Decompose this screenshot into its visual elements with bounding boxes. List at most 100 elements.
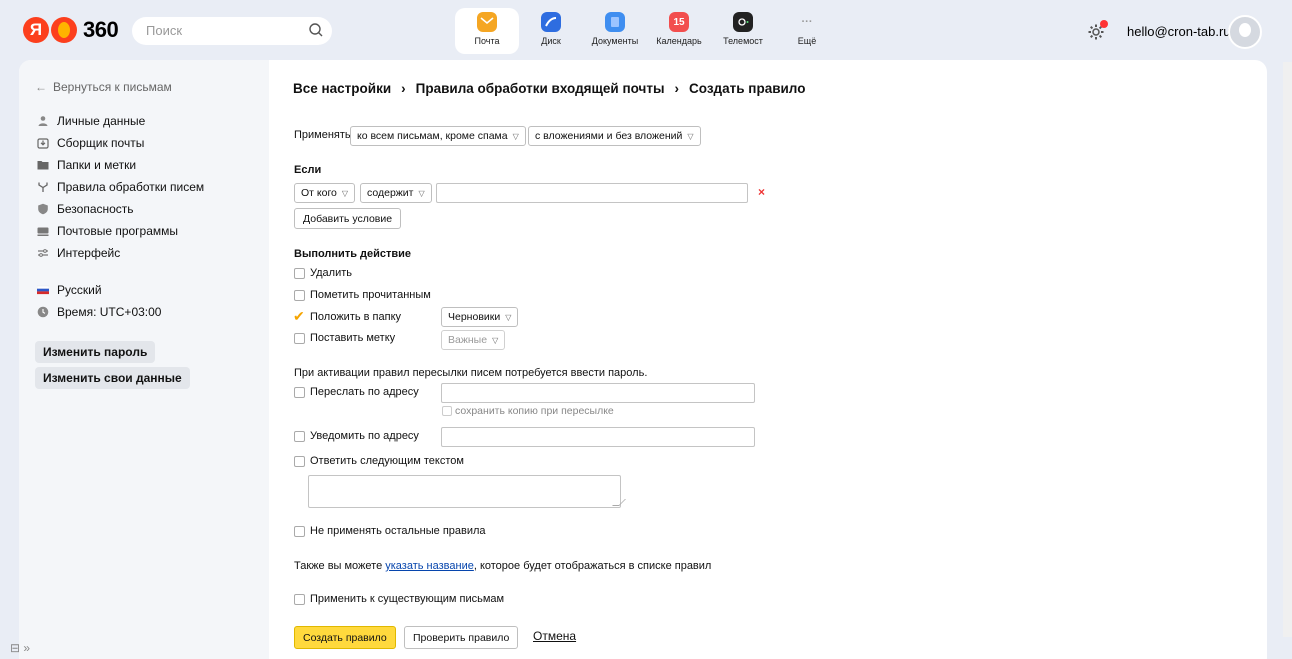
search-input[interactable]: Поиск <box>132 17 332 45</box>
reply-label: Ответить следующим текстом <box>310 455 464 467</box>
chevron-down-icon: ▽ <box>505 312 512 322</box>
notify-address-input[interactable] <box>441 427 755 447</box>
yandex-360-logo[interactable]: Я 360 <box>23 17 119 43</box>
settings-sidebar: ← Вернуться к письмам Личные данные Сбор… <box>19 60 269 659</box>
avatar[interactable] <box>1228 15 1262 49</box>
app-label: Документы <box>591 36 639 46</box>
dont-apply-others-label: Не применять остальные правила <box>310 525 486 537</box>
forward-address-input[interactable] <box>441 383 755 403</box>
sidebar-item-label: Правила обработки писем <box>57 180 205 194</box>
app-calendar[interactable]: 15 Календарь <box>647 8 711 54</box>
mark-read-checkbox[interactable] <box>294 290 305 301</box>
apply-existing-checkbox[interactable] <box>294 594 305 605</box>
settings-menu: Личные данные Сборщик почты Папки и метк… <box>37 110 204 264</box>
russia-flag-icon <box>37 285 49 295</box>
app-telemost[interactable]: Телемост <box>711 8 775 54</box>
check-rule-button[interactable]: Проверить правило <box>404 626 519 649</box>
logo-text: 360 <box>83 17 119 42</box>
change-data-button[interactable]: Изменить свои данные <box>35 367 190 389</box>
dont-apply-others-checkbox[interactable] <box>294 526 305 537</box>
back-to-mail-link[interactable]: ← Вернуться к письмам <box>35 80 172 94</box>
folder-select[interactable]: Черновики ▽ <box>441 307 519 327</box>
yandex-logo-icon: Я <box>23 17 49 43</box>
sidebar-item-personal[interactable]: Личные данные <box>37 110 204 132</box>
app-label: Телемост <box>723 36 763 46</box>
app-label: Ещё <box>797 36 817 46</box>
remove-condition-icon[interactable]: × <box>758 185 765 199</box>
breadcrumb: Все настройки › Правила обработки входящей… <box>293 81 805 96</box>
app-mail[interactable]: Почта <box>455 8 519 54</box>
breadcrumb-rules[interactable]: Правила обработки входящей почты <box>416 81 665 96</box>
breadcrumb-all-settings[interactable]: Все настройки <box>293 81 391 96</box>
folder-icon <box>37 161 49 170</box>
condition-field-select[interactable]: От кого ▽ <box>294 183 356 203</box>
create-rule-button[interactable]: Создать правило <box>294 626 396 649</box>
notify-checkbox[interactable] <box>294 431 305 442</box>
sidebar-item-label: Почтовые программы <box>57 224 179 238</box>
label-select[interactable]: Важные ▽ <box>441 330 506 350</box>
chevron-down-icon: ▽ <box>687 131 694 141</box>
rule-name-note-suffix: , которое будет отображаться в списке пр… <box>473 560 712 572</box>
move-to-folder-label: Положить в папку <box>310 311 402 323</box>
rule-name-note-prefix: Также вы можете <box>294 560 386 572</box>
actions-heading: Выполнить действие <box>294 248 412 260</box>
set-label-checkbox[interactable] <box>294 333 305 344</box>
timezone-selector[interactable]: Время: UTC+03:00 <box>37 301 161 323</box>
apply-existing-label: Применить к существующим письмам <box>310 593 505 605</box>
keep-copy-label: сохранить копию при пересылке <box>455 405 614 417</box>
keep-copy-checkbox[interactable] <box>442 406 452 416</box>
user-email[interactable]: hello@cron-tab.ru <box>1127 24 1231 39</box>
chevron-down-icon: ▽ <box>418 188 425 198</box>
sidebar-item-security[interactable]: Безопасность <box>37 198 204 220</box>
sidebar-item-mail-programs[interactable]: Почтовые программы <box>37 220 204 242</box>
services-bar: Почта Диск Документы 15 Календарь Телемо… <box>455 8 839 54</box>
language-selector[interactable]: Русский <box>37 279 161 301</box>
condition-heading: Если <box>294 164 322 176</box>
search-placeholder: Поиск <box>146 23 183 38</box>
page-scrollbar[interactable] <box>1283 62 1292 637</box>
password-note: При активации правил пересылки писем пот… <box>294 367 648 379</box>
more-icon: ··· <box>801 16 813 28</box>
mail-logo-icon <box>51 17 77 43</box>
rules-icon <box>38 182 48 192</box>
documents-icon <box>605 12 625 32</box>
delete-checkbox[interactable] <box>294 268 305 279</box>
reply-checkbox[interactable] <box>294 456 305 467</box>
condition-operator-select[interactable]: содержит ▽ <box>360 183 432 203</box>
sidebar-item-folders[interactable]: Папки и метки <box>37 154 204 176</box>
collapse-sidebar-icon[interactable]: ⊟ » <box>10 641 30 655</box>
app-more[interactable]: ··· Ещё <box>775 8 839 54</box>
forward-label: Переслать по адресу <box>310 386 419 398</box>
add-condition-button[interactable]: Добавить условие <box>294 208 402 229</box>
forward-checkbox[interactable] <box>294 387 305 398</box>
condition-value-input[interactable] <box>436 183 748 203</box>
chevron-down-icon: ▽ <box>512 131 519 141</box>
notify-label: Уведомить по адресу <box>310 430 419 442</box>
page-title: Создать правило <box>689 81 806 96</box>
sidebar-item-collector[interactable]: Сборщик почты <box>37 132 204 154</box>
apply-label: Применять <box>294 129 351 141</box>
language-label: Русский <box>57 283 102 297</box>
collector-icon <box>37 138 49 149</box>
telemost-icon <box>733 12 753 32</box>
sidebar-item-rules[interactable]: Правила обработки писем <box>37 176 204 198</box>
sidebar-item-label: Интерфейс <box>57 246 121 260</box>
attachments-select[interactable]: с вложениями и без вложений ▽ <box>528 126 701 146</box>
mail-programs-icon <box>37 227 49 236</box>
sidebar-item-interface[interactable]: Интерфейс <box>37 242 204 264</box>
back-label: Вернуться к письмам <box>53 80 172 94</box>
label-value: Важные <box>448 334 488 346</box>
timezone-label: Время: UTC+03:00 <box>57 305 162 319</box>
apply-scope-select[interactable]: ко всем письмам, кроме спама ▽ <box>350 126 526 146</box>
app-disk[interactable]: Диск <box>519 8 583 54</box>
set-rule-name-link[interactable]: указать название <box>385 560 474 572</box>
mark-read-label: Пометить прочитанным <box>310 289 431 301</box>
cancel-link[interactable]: Отмена <box>533 629 576 643</box>
settings-button[interactable] <box>1087 20 1108 41</box>
app-documents[interactable]: Документы <box>583 8 647 54</box>
notification-dot <box>1100 20 1108 28</box>
move-to-folder-checkbox[interactable] <box>293 308 305 325</box>
change-password-button[interactable]: Изменить пароль <box>35 341 156 363</box>
search-icon[interactable] <box>308 22 324 38</box>
reply-text-area[interactable] <box>308 475 621 508</box>
